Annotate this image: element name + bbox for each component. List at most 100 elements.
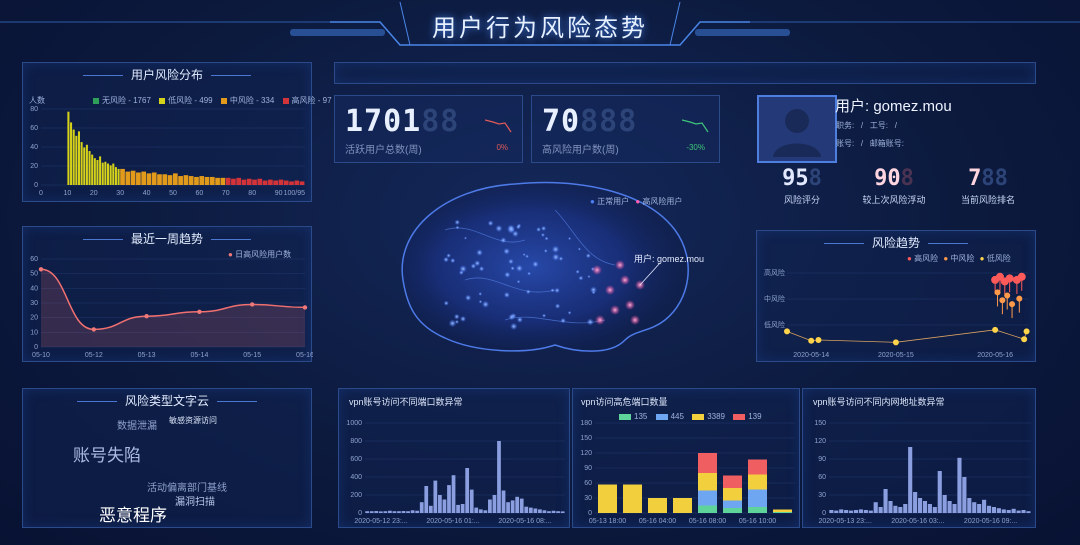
normal-user-dot xyxy=(476,249,484,257)
normal-user-dot xyxy=(495,224,503,233)
vpn-intranet-panel: vpn账号访问不同内网地址数异常 150 120 90 60 30 0 2020-05-13… xyxy=(802,388,1036,528)
stacked-bar-segment xyxy=(598,484,617,513)
tick-label: 80 xyxy=(248,190,256,197)
word-data-leak[interactable]: 数据泄漏 xyxy=(117,417,157,432)
histogram-bar xyxy=(112,163,115,185)
normal-user-dot xyxy=(544,236,549,241)
brain-shape xyxy=(401,181,689,352)
bar xyxy=(456,504,460,513)
tick-label: 40 xyxy=(30,144,38,151)
normal-user-dot xyxy=(540,232,545,238)
risk-point xyxy=(892,339,899,346)
normal-user-dot xyxy=(516,279,521,284)
tick-label: 05-16 04:00 xyxy=(639,518,676,525)
tick-label: 0 xyxy=(588,510,592,517)
bar xyxy=(401,511,406,513)
tick-label: 05-16 10:00 xyxy=(739,518,776,525)
word-sensitive-access[interactable]: 敏感资源访问 xyxy=(169,415,217,426)
tick-label: 2020-05-16 09:... xyxy=(964,518,1017,525)
tick-label: 05-12 xyxy=(85,352,103,359)
vpn-ports-panel: vpn账号访问不同端口数异常 1000 800 600 400 200 0 2020-05-… xyxy=(338,388,570,528)
bar xyxy=(369,511,374,513)
tick-label: 90 xyxy=(275,190,283,197)
bar xyxy=(397,511,401,513)
normal-user-dot xyxy=(443,256,450,263)
trend-point xyxy=(250,302,255,307)
word-malware[interactable]: 恶意程序 xyxy=(99,501,167,526)
bar xyxy=(922,501,928,513)
bar xyxy=(1001,509,1006,513)
normal-user-dot xyxy=(458,270,464,276)
panel-title: vpn账号访问不同内网地址数异常 xyxy=(813,397,945,407)
tick-label: 60 xyxy=(196,190,204,197)
bar xyxy=(834,510,839,513)
stacked-bar-segment xyxy=(748,489,767,507)
bar xyxy=(937,471,942,513)
normal-user-dot xyxy=(532,260,539,268)
stacked-bar-segment xyxy=(773,512,792,513)
bar xyxy=(460,504,465,513)
bar xyxy=(469,489,474,513)
stat-risk-score: 958 风险评分 xyxy=(782,166,822,205)
stacked-bar-segment xyxy=(723,488,742,501)
histogram-bar xyxy=(167,175,173,185)
stacked-bar-segment xyxy=(723,508,742,513)
stacked-bar-segment xyxy=(698,505,717,513)
bar xyxy=(533,508,538,513)
normal-user-dot xyxy=(443,300,449,306)
stacked-bar-segment xyxy=(748,507,767,513)
bar xyxy=(410,510,415,513)
risk-point xyxy=(784,328,790,335)
filter-bar[interactable] xyxy=(334,62,1036,84)
normal-user-dot xyxy=(525,289,531,295)
histogram-bar xyxy=(194,176,199,185)
tick-label: 05-15 xyxy=(243,352,261,359)
bar xyxy=(986,505,992,513)
bar xyxy=(510,500,515,513)
normal-user-dot xyxy=(575,269,580,274)
normal-user-dot xyxy=(464,294,472,302)
histogram-bar xyxy=(88,151,91,185)
bar xyxy=(996,508,1001,513)
tick-label: 20 xyxy=(90,190,98,197)
histogram-bar xyxy=(75,135,78,185)
normal-user-dot xyxy=(508,258,514,265)
histogram-bar xyxy=(162,174,168,185)
risk-distribution-chart: 80 60 40 20 00 10 20 30 40 50 60 70 80 90 100/95 xyxy=(30,106,305,197)
kpi-high-risk-users: 70888 高风险用户数(周) -30% xyxy=(531,95,720,163)
bar xyxy=(392,511,397,513)
histogram-bar xyxy=(130,170,136,185)
normal-user-dot xyxy=(503,291,510,299)
histogram-bar xyxy=(83,147,86,185)
bar xyxy=(524,506,529,513)
bar xyxy=(438,495,442,513)
word-dept-baseline[interactable]: 活动偏离部门基线 xyxy=(147,479,227,494)
vpn-ports-chart: 1000 800 600 400 200 02020-05-12 23:... 2020-0… xyxy=(346,420,565,525)
bar xyxy=(556,511,560,513)
word-vuln-scan[interactable]: 漏洞扫描 xyxy=(175,493,215,508)
panel-title: 用户风险分布 xyxy=(23,66,311,83)
histogram-bar xyxy=(268,179,273,185)
kpi-sparkline xyxy=(485,119,512,133)
bar xyxy=(560,511,565,513)
avatar[interactable] xyxy=(757,95,837,163)
histogram-bar xyxy=(199,176,205,185)
bar xyxy=(858,509,863,513)
tick-label: 2020-05-16 08:... xyxy=(498,518,551,525)
bar xyxy=(839,509,844,513)
normal-user-dot xyxy=(455,225,460,230)
high-risk-user-dot xyxy=(625,300,635,310)
tick-label: 20 xyxy=(30,315,38,322)
histogram-bar xyxy=(101,162,104,185)
bar xyxy=(478,509,483,513)
tick-label: 1000 xyxy=(346,420,362,427)
tick-label: 60 xyxy=(30,125,38,132)
histogram-bar xyxy=(93,158,96,185)
tick-label: 150 xyxy=(580,435,592,442)
normal-user-dot xyxy=(454,219,461,226)
tick-label: 2020-05-12 23:... xyxy=(354,518,407,525)
tick-label: 30 xyxy=(818,492,826,499)
word-account-compromise[interactable]: 账号失陷 xyxy=(73,441,141,466)
kpi-high-risk-label: 高风险用户数(周) xyxy=(542,145,619,156)
bar xyxy=(908,447,913,513)
